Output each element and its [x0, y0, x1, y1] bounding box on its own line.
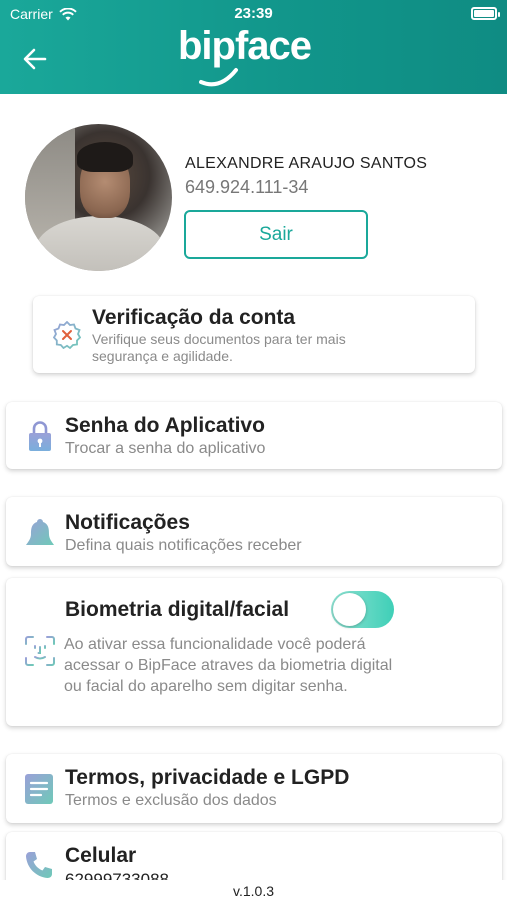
app-header: Carrier 23:39 bipface [0, 0, 507, 94]
avatar [25, 124, 172, 271]
verification-title: Verificação da conta [92, 306, 296, 329]
profile-section: ALEXANDRE ARAUJO SANTOS 649.924.111-34 S… [0, 110, 507, 280]
notifications-subtitle: Defina quais notificações receber [65, 537, 302, 554]
logout-button[interactable]: Sair [184, 210, 368, 259]
notifications-card[interactable]: Notificações Defina quais notificações r… [6, 497, 502, 566]
lock-icon [29, 421, 51, 451]
back-button[interactable] [22, 46, 48, 72]
status-bar: Carrier 23:39 [0, 4, 507, 26]
phone-title: Celular [65, 844, 137, 867]
biometrics-toggle[interactable] [331, 591, 394, 628]
user-cpf: 649.924.111-34 [185, 177, 309, 197]
user-name: ALEXANDRE ARAUJO SANTOS [185, 155, 428, 172]
status-time: 23:39 [234, 5, 273, 22]
terms-title: Termos, privacidade e LGPD [65, 766, 350, 789]
biometrics-card: Biometria digital/facial Ao ativar essa … [6, 578, 502, 726]
arrow-left-icon [23, 48, 47, 70]
verification-card[interactable]: Verificação da conta Verifique seus docu… [33, 296, 475, 373]
password-card[interactable]: Senha do Aplicativo Trocar a senha do ap… [6, 402, 502, 469]
x-circle-icon [53, 321, 81, 349]
battery-icon [471, 7, 500, 20]
terms-subtitle: Termos e exclusão dos dados [65, 792, 277, 809]
biometrics-description: Ao ativar essa funcionalidade você poder… [64, 636, 393, 695]
password-title: Senha do Aplicativo [65, 414, 265, 437]
password-subtitle: Trocar a senha do aplicativo [65, 440, 266, 457]
notifications-title: Notificações [65, 511, 190, 534]
document-icon [25, 774, 53, 804]
app-version: v.1.0.3 [233, 883, 274, 899]
logo-smile-icon [199, 68, 238, 87]
bell-icon [26, 519, 54, 545]
verification-subtitle: Verifique seus documentos para ter mais … [92, 331, 346, 364]
bipface-logo: bipface [178, 24, 328, 90]
face-id-icon [25, 636, 55, 666]
logo-text: bipface [178, 24, 312, 68]
biometrics-title: Biometria digital/facial [65, 598, 290, 621]
phone-icon [26, 852, 52, 878]
terms-card[interactable]: Termos, privacidade e LGPD Termos e excl… [6, 754, 502, 823]
